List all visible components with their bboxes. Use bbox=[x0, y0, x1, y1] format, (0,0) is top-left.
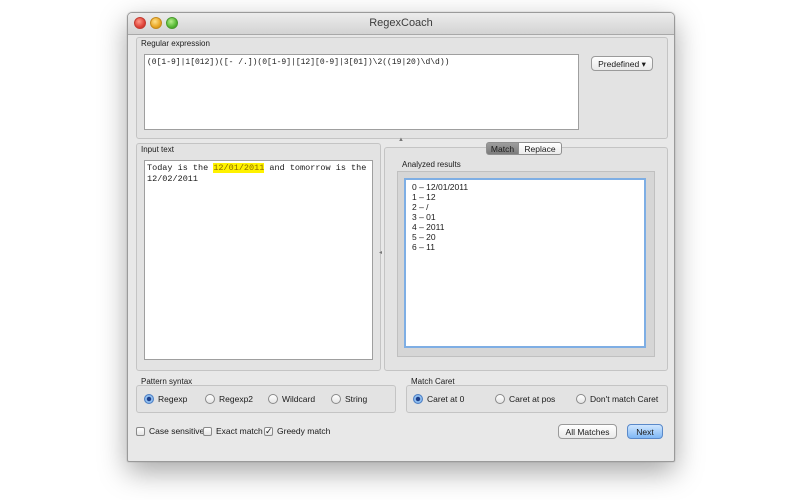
radio-string-label: String bbox=[345, 394, 368, 404]
radio-wildcard[interactable] bbox=[268, 394, 278, 404]
tab-replace[interactable]: Replace bbox=[518, 142, 562, 155]
result-item[interactable]: 5 – 20 bbox=[412, 232, 638, 242]
greedy-match-option[interactable]: ✓ Greedy match bbox=[264, 426, 330, 436]
result-item[interactable]: 0 – 12/01/2011 bbox=[412, 182, 638, 192]
results-list[interactable]: 0 – 12/01/2011 1 – 12 2 – / 3 – 01 4 – 2… bbox=[404, 178, 646, 348]
match-highlight: 12/01/2011 bbox=[213, 163, 265, 173]
result-item[interactable]: 1 – 12 bbox=[412, 192, 638, 202]
predefined-dropdown[interactable]: Predefined ▾ bbox=[591, 56, 653, 71]
radio-caret-at-0-label: Caret at 0 bbox=[427, 394, 465, 404]
caret-option-zero[interactable]: Caret at 0 bbox=[413, 394, 464, 404]
caret-option-none[interactable]: Don't match Caret bbox=[576, 394, 658, 404]
syntax-option-regexp2[interactable]: Regexp2 bbox=[205, 394, 253, 404]
greedy-match-checkbox[interactable]: ✓ bbox=[264, 425, 273, 436]
tab-match[interactable]: Match bbox=[486, 142, 519, 155]
syntax-option-string[interactable]: String bbox=[331, 394, 367, 404]
case-sensitive-label: Case sensitive bbox=[149, 426, 205, 436]
input-text-area[interactable]: Today is the 12/01/2011 and tomorrow is … bbox=[144, 160, 373, 360]
all-matches-button[interactable]: All Matches bbox=[558, 424, 617, 439]
exact-match-checkbox[interactable] bbox=[203, 426, 212, 436]
result-item[interactable]: 2 – / bbox=[412, 202, 638, 212]
radio-regexp2-label: Regexp2 bbox=[219, 394, 254, 404]
radio-dont-match-caret[interactable] bbox=[576, 394, 586, 404]
radio-caret-at-pos[interactable] bbox=[495, 394, 505, 404]
syntax-option-regexp[interactable]: Regexp bbox=[144, 394, 187, 404]
exact-match-label: Exact match bbox=[216, 426, 263, 436]
results-group: Analyzed results 0 – 12/01/2011 1 – 12 2… bbox=[384, 147, 668, 371]
pattern-syntax-group: Regexp Regexp2 Wildcard String bbox=[136, 385, 396, 413]
checkmark-icon: ✓ bbox=[265, 425, 273, 436]
input-text-group: Input text Today is the 12/01/2011 and t… bbox=[136, 143, 381, 371]
radio-caret-at-pos-label: Caret at pos bbox=[509, 394, 556, 404]
next-button[interactable]: Next bbox=[627, 424, 663, 439]
horizontal-splitter-handle[interactable]: ◂ bbox=[379, 249, 382, 256]
pattern-syntax-label: Pattern syntax bbox=[141, 377, 193, 386]
results-label: Analyzed results bbox=[402, 160, 461, 169]
radio-regexp2[interactable] bbox=[205, 394, 215, 404]
case-sensitive-option[interactable]: Case sensitive bbox=[136, 426, 204, 436]
vertical-splitter-handle[interactable]: ▲ bbox=[398, 137, 404, 143]
regex-group: Regular expression (0[1-9]|1[012])([- /.… bbox=[136, 37, 668, 139]
match-caret-group: Caret at 0 Caret at pos Don't match Care… bbox=[406, 385, 668, 413]
caret-option-pos[interactable]: Caret at pos bbox=[495, 394, 555, 404]
radio-regexp[interactable] bbox=[144, 394, 154, 404]
result-item[interactable]: 3 – 01 bbox=[412, 212, 638, 222]
radio-dont-match-caret-label: Don't match Caret bbox=[590, 394, 659, 404]
greedy-match-label: Greedy match bbox=[277, 426, 331, 436]
result-item[interactable]: 6 – 11 bbox=[412, 242, 638, 252]
window-title: RegexCoach bbox=[369, 17, 433, 29]
case-sensitive-checkbox[interactable] bbox=[136, 426, 145, 436]
input-text-label: Input text bbox=[141, 145, 174, 154]
radio-wildcard-label: Wildcard bbox=[282, 394, 316, 404]
title-bar: RegexCoach bbox=[128, 13, 674, 35]
regexcoach-window: RegexCoach Regular expression (0[1-9]|1[… bbox=[127, 12, 675, 462]
match-caret-label: Match Caret bbox=[411, 377, 455, 386]
radio-regexp-label: Regexp bbox=[158, 394, 188, 404]
regex-input[interactable]: (0[1-9]|1[012])([- /.])(0[1-9]|[12][0-9]… bbox=[144, 54, 579, 130]
syntax-option-wildcard[interactable]: Wildcard bbox=[268, 394, 315, 404]
exact-match-option[interactable]: Exact match bbox=[203, 426, 263, 436]
regex-label: Regular expression bbox=[141, 39, 210, 48]
radio-string[interactable] bbox=[331, 394, 341, 404]
result-item[interactable]: 4 – 2011 bbox=[412, 222, 638, 232]
radio-caret-at-0[interactable] bbox=[413, 394, 423, 404]
input-text-before: Today is the bbox=[147, 163, 214, 173]
